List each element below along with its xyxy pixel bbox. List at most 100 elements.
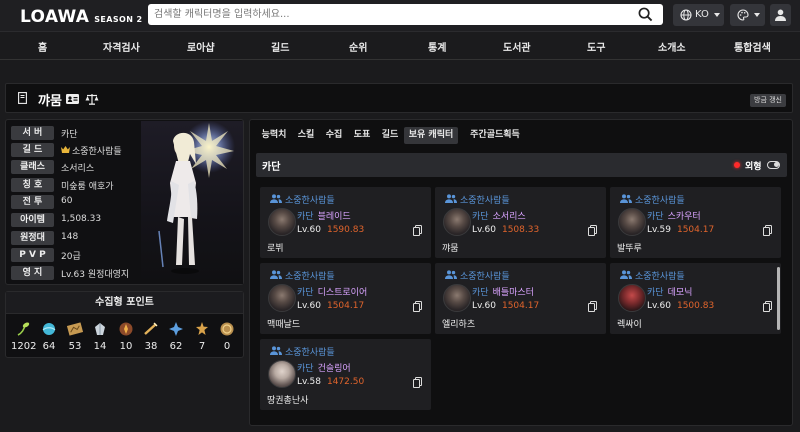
- tab-collection[interactable]: 수집: [322, 127, 346, 144]
- character-card[interactable]: 소중한사람들 카단 데모닉 Lv.60 1500.83 렉싸이: [610, 263, 781, 334]
- character-avatar: [268, 208, 296, 236]
- guild-name[interactable]: 소중한사람들: [460, 269, 510, 282]
- character-portrait: [141, 121, 243, 284]
- server-text: 카단: [472, 288, 489, 298]
- character-card[interactable]: 소중한사람들 카단 배틀마스터 Lv.60 1504.17 엘리하츠: [435, 263, 606, 334]
- character-name-text: 땅권총난사: [267, 396, 309, 406]
- tab-stats[interactable]: 능력치: [258, 127, 290, 144]
- collectible-count: 64: [42, 341, 56, 352]
- tab-skills[interactable]: 스킬: [294, 127, 318, 144]
- info-label: 원정대: [11, 231, 54, 245]
- character-card[interactable]: 소중한사람들 카단 소서리스 Lv.60 1508.33 꺄뭄: [435, 187, 606, 258]
- status-dot: [734, 162, 740, 168]
- ignea-token-icon[interactable]: [118, 321, 134, 337]
- copy-icon[interactable]: [588, 301, 597, 312]
- character-figure-icon: [158, 121, 235, 274]
- server-class: 카단 건슬링어: [297, 361, 351, 374]
- server-class: 카단 블레이드: [297, 209, 351, 222]
- guild-name[interactable]: 소중한사람들: [635, 269, 685, 282]
- character-avatar: [268, 360, 296, 388]
- info-value[interactable]: 소중한사람들: [72, 144, 122, 157]
- sea-bounty-icon[interactable]: [194, 321, 210, 337]
- scrollbar[interactable]: [777, 267, 780, 330]
- users-icon: [620, 194, 632, 203]
- guild-name[interactable]: 소중한사람들: [285, 193, 335, 206]
- user-menu-button[interactable]: [770, 4, 791, 26]
- info-label: 클래스: [11, 160, 54, 174]
- character-card[interactable]: 소중한사람들 카단 디스트로이어 Lv.60 1504.17 맥때날드: [260, 263, 431, 334]
- nav-tools[interactable]: 도구: [587, 39, 605, 54]
- chevron-down-icon: [714, 13, 720, 17]
- nav-statistics[interactable]: 통계: [428, 39, 446, 54]
- character-name-text: 발뚜루: [617, 244, 642, 254]
- tab-weekly-gold[interactable]: 주간골드획득: [461, 127, 529, 144]
- copy-icon[interactable]: [413, 225, 422, 236]
- level-text: Lv.60: [472, 225, 496, 235]
- level-line: Lv.59 1504.17: [647, 225, 714, 235]
- tab-owned-characters[interactable]: 보유 캐릭터: [404, 127, 458, 144]
- class-text: 블레이드: [317, 212, 351, 222]
- server-text: 카단: [297, 212, 314, 222]
- id-card-icon[interactable]: [66, 94, 79, 104]
- refresh-button[interactable]: 방금 갱신: [750, 94, 786, 107]
- copy-icon[interactable]: [763, 301, 772, 312]
- scale-icon[interactable]: [85, 93, 99, 105]
- nav-qualification[interactable]: 자격검사: [103, 39, 140, 54]
- world-tree-leaf-icon[interactable]: [168, 321, 184, 337]
- copy-icon[interactable]: [413, 377, 422, 388]
- search-box[interactable]: [148, 4, 663, 25]
- bookmark-icon[interactable]: [18, 92, 27, 104]
- search-icon[interactable]: [638, 7, 653, 22]
- character-card[interactable]: 소중한사람들 카단 건슬링어 Lv.58 1472.50 땅권총난사: [260, 339, 431, 410]
- tab-guild[interactable]: 길드: [378, 127, 402, 144]
- level-text: Lv.60: [472, 301, 496, 311]
- copy-icon[interactable]: [413, 301, 422, 312]
- language-dropdown[interactable]: KO: [673, 4, 724, 26]
- island-heart-icon[interactable]: [41, 321, 57, 337]
- info-value: 소서리스: [61, 164, 95, 174]
- guild-name[interactable]: 소중한사람들: [285, 269, 335, 282]
- copy-icon[interactable]: [763, 225, 772, 236]
- class-text: 소서리스: [492, 212, 526, 222]
- nav-guild[interactable]: 길드: [271, 39, 289, 54]
- collectible-count: 14: [93, 341, 107, 352]
- info-value: 20급: [61, 252, 81, 262]
- class-text: 디스트로이어: [317, 288, 368, 298]
- mokoko-seed-icon[interactable]: [15, 321, 31, 337]
- orpheus-star-icon[interactable]: [143, 321, 159, 337]
- character-name-text: 엘리하츠: [442, 320, 476, 330]
- collectible-title: 수집형 포인트: [6, 292, 243, 314]
- guild-name[interactable]: 소중한사람들: [285, 345, 335, 358]
- nav-home[interactable]: 홈: [38, 39, 47, 54]
- search-input[interactable]: [154, 6, 624, 23]
- character-name-text: 꺄뭄: [442, 244, 459, 254]
- guild-name[interactable]: 소중한사람들: [635, 193, 685, 206]
- nav-ranking[interactable]: 순위: [349, 39, 367, 54]
- theme-dropdown[interactable]: [730, 4, 765, 26]
- class-text: 스카우터: [667, 212, 701, 222]
- logo-text: LOAWA: [20, 7, 90, 27]
- guild-name[interactable]: 소중한사람들: [460, 193, 510, 206]
- outlook-toggle[interactable]: [767, 161, 780, 169]
- class-text: 데모닉: [667, 288, 693, 298]
- item-level-text: 1504.17: [501, 301, 540, 311]
- collectible-count: 10: [119, 341, 133, 352]
- level-line: Lv.60 1504.17: [472, 301, 539, 311]
- collectible-count: 53: [68, 341, 82, 352]
- server-text: 카단: [472, 212, 489, 222]
- character-card[interactable]: 소중한사람들 카단 블레이드 Lv.60 1590.83 로뷔: [260, 187, 431, 258]
- nav-library[interactable]: 도서관: [503, 39, 531, 54]
- giants-heart-icon[interactable]: [92, 321, 108, 337]
- great-art-icon[interactable]: [67, 321, 83, 337]
- nav-integrated-search[interactable]: 통합검색: [734, 39, 771, 54]
- users-icon: [620, 270, 632, 279]
- character-card[interactable]: 소중한사람들 카단 스카우터 Lv.59 1504.17 발뚜루: [610, 187, 781, 258]
- nav-loashop[interactable]: 로아샵: [187, 39, 215, 54]
- collectible-count: 7: [198, 341, 206, 352]
- mokoko-medal-icon[interactable]: [219, 321, 235, 337]
- nav-introduction[interactable]: 소개소: [658, 39, 686, 54]
- copy-icon[interactable]: [588, 225, 597, 236]
- site-logo[interactable]: LOAWA SEASON 2: [20, 7, 143, 27]
- info-value: 148: [61, 232, 79, 242]
- tab-chart[interactable]: 도표: [350, 127, 374, 144]
